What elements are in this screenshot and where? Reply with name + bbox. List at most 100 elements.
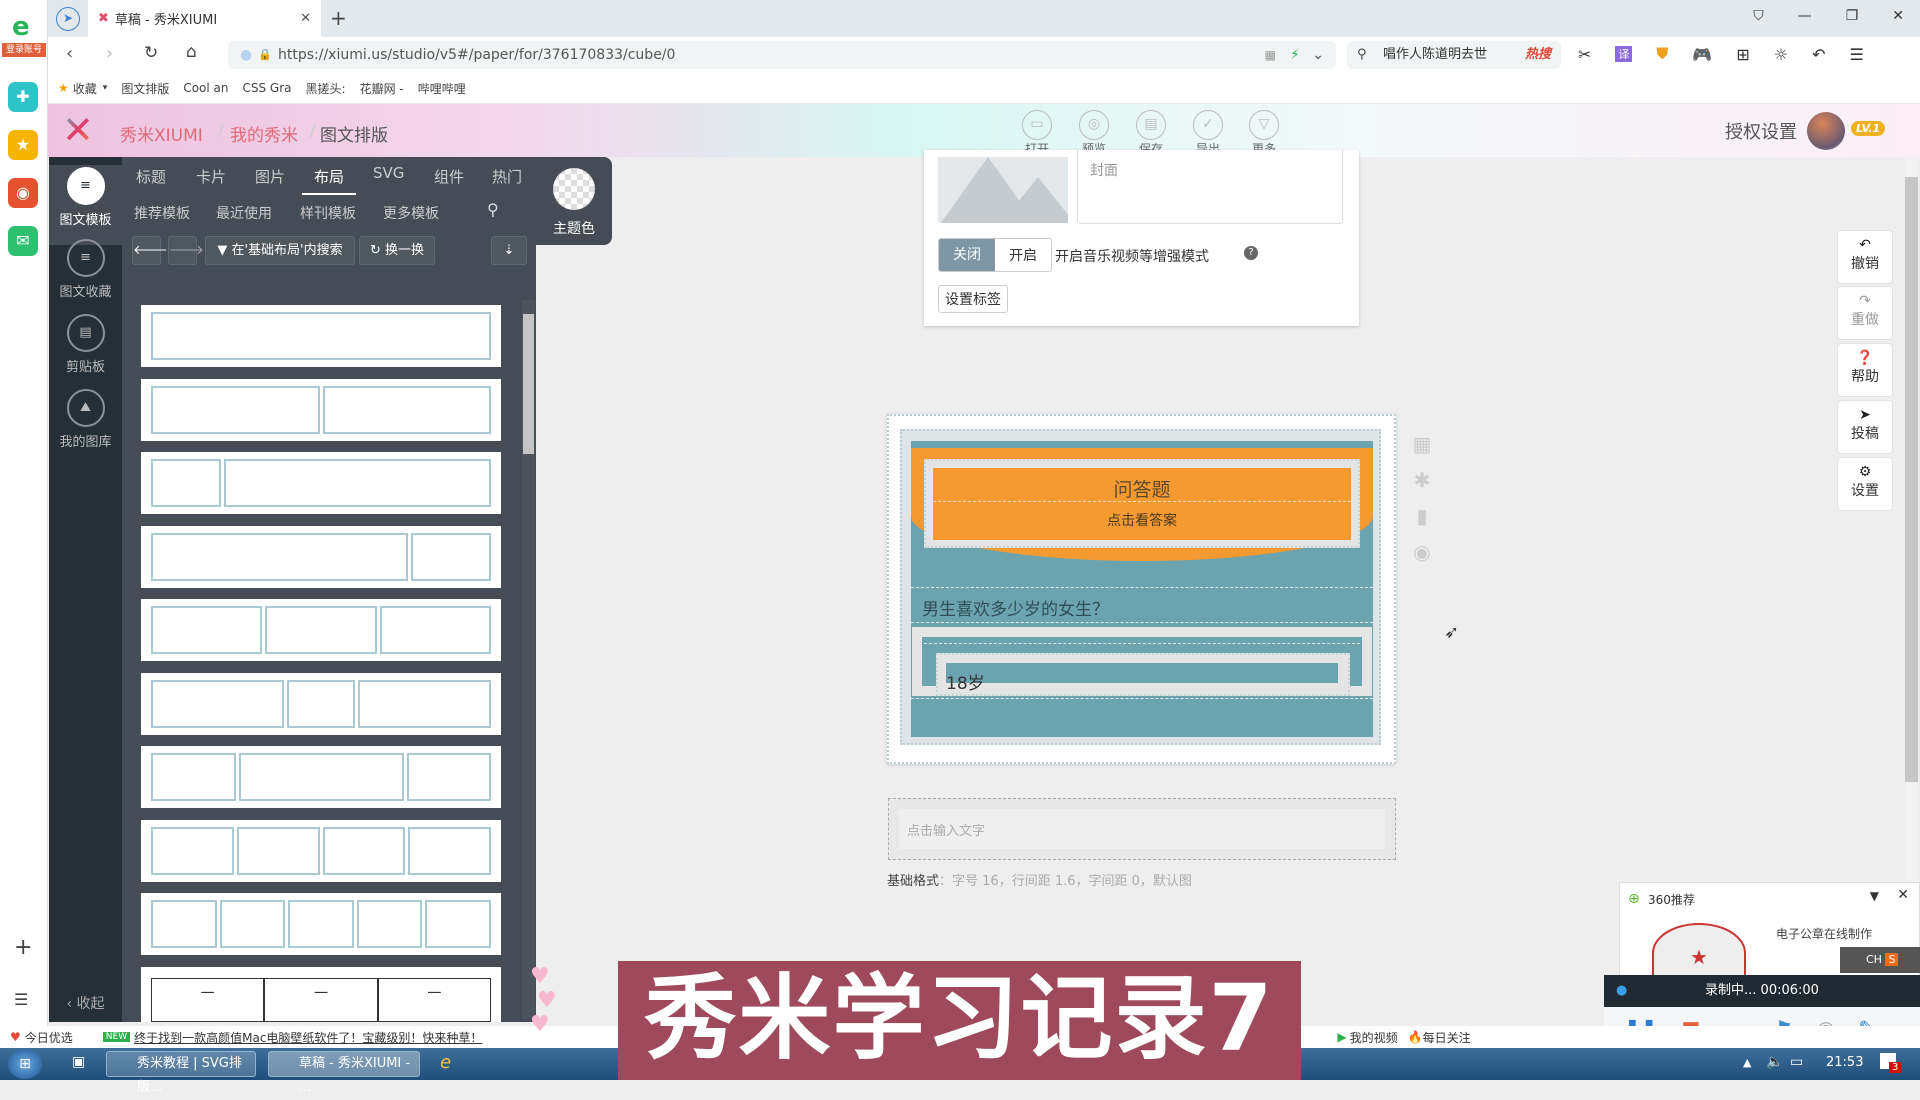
- subtab-sample[interactable]: 样刊模板: [300, 203, 356, 223]
- cover-image-placeholder[interactable]: [938, 157, 1068, 223]
- network-icon[interactable]: ▭: [1790, 1054, 1803, 1070]
- auth-settings-link[interactable]: 授权设置: [1725, 118, 1797, 144]
- ime-bar[interactable]: CH S: [1840, 947, 1920, 973]
- subtab-recommended[interactable]: 推荐模板: [134, 203, 190, 223]
- set-tags-button[interactable]: 设置标签: [938, 285, 1008, 313]
- collapse-button[interactable]: ‹ 收起: [49, 993, 122, 1013]
- popup-menu-icon[interactable]: ▼: [1870, 889, 1879, 903]
- browser-tab[interactable]: ✖ 草稿 - 秀米XIUMI ✕: [88, 0, 321, 37]
- minimize-icon[interactable]: —: [1798, 8, 1812, 24]
- speed-icon[interactable]: ⚡: [1290, 41, 1300, 69]
- site-info-icon[interactable]: ●: [240, 41, 252, 69]
- undo-button[interactable]: ↶ 撤销: [1837, 230, 1893, 284]
- bookmark-item[interactable]: CSS Gra: [243, 81, 292, 95]
- editor-canvas[interactable]: 问答题 点击看答案 男生喜欢多少岁的女生？ 18岁: [887, 414, 1396, 764]
- teal-section[interactable]: 问答题 点击看答案 男生喜欢多少岁的女生？ 18岁: [911, 441, 1373, 737]
- qr-icon[interactable]: ▦: [1265, 41, 1276, 69]
- dropdown-icon[interactable]: ⌄: [1312, 41, 1324, 69]
- bookmark-item[interactable]: 哔哩哔哩: [418, 80, 466, 97]
- qa-title-box[interactable]: 问答题 点击看答案: [924, 459, 1360, 548]
- submit-button[interactable]: ➤ 投稿: [1837, 400, 1893, 454]
- side-item-clipboard[interactable]: ▤ 剪贴板: [49, 314, 122, 375]
- prev-button[interactable]: 🡐: [132, 236, 168, 265]
- volume-icon[interactable]: 🔈: [1766, 1054, 1783, 1070]
- theme-color-swatch[interactable]: [553, 168, 595, 210]
- undo-browser-icon[interactable]: ↶: [1812, 45, 1825, 64]
- toggle-on[interactable]: 开启: [995, 245, 1051, 265]
- side-item-gallery[interactable]: ⛰ 我的图库: [49, 389, 122, 450]
- game-icon[interactable]: 🎮: [1692, 45, 1712, 64]
- skin-icon[interactable]: ⛉: [1753, 8, 1764, 24]
- layout-template-2col[interactable]: [141, 379, 501, 441]
- close-tab-icon[interactable]: ✕: [300, 11, 311, 26]
- popup-close-icon[interactable]: ✕: [1897, 887, 1909, 903]
- subtab-more[interactable]: 更多模板: [383, 203, 439, 223]
- brightness-icon[interactable]: ☼: [1774, 45, 1788, 64]
- layout-template-1col[interactable]: [141, 305, 501, 367]
- reload-icon[interactable]: ↻: [144, 43, 158, 63]
- tab-card[interactable]: 卡片: [196, 166, 226, 187]
- news-link[interactable]: 终于找到一款高颜值Mac电脑壁纸软件了！宝藏级别！快来种草！: [134, 1029, 482, 1046]
- asterisk-icon[interactable]: ✱: [1410, 462, 1434, 498]
- answer-text[interactable]: 18岁: [946, 669, 985, 694]
- layout-template-wide-narrow[interactable]: [141, 526, 501, 588]
- taskbar-window-active[interactable]: 草稿 - 秀米XIUMI - ...: [268, 1051, 420, 1095]
- cover-description-input[interactable]: 封面: [1077, 150, 1343, 224]
- sort-button[interactable]: ⇣: [491, 236, 527, 265]
- web-search-box[interactable]: ⚲ 唱作人陈道明去世 热搜: [1347, 41, 1561, 69]
- login-badge[interactable]: 登录账号: [2, 43, 46, 57]
- text-input-block[interactable]: 点击输入文字: [888, 798, 1396, 860]
- taskbar-app-icon[interactable]: ▣: [72, 1054, 85, 1070]
- layout-container[interactable]: 问答题 点击看答案 男生喜欢多少岁的女生？ 18岁: [900, 429, 1381, 745]
- daily-follow-link[interactable]: 每日关注: [1423, 1029, 1471, 1046]
- avatar[interactable]: [1807, 112, 1845, 150]
- tab-svg[interactable]: SVG: [373, 164, 404, 182]
- side-item-favorites[interactable]: ≡ 图文收藏: [49, 239, 122, 300]
- shield-coin-icon[interactable]: ⛊: [1656, 44, 1668, 64]
- apps-grid-icon[interactable]: ⊞: [1736, 45, 1749, 64]
- next-button[interactable]: 🡒: [168, 236, 204, 265]
- layout-template-table[interactable]: 一 一 一: [141, 967, 501, 1022]
- scrollbar-thumb[interactable]: [523, 314, 534, 454]
- weibo-icon[interactable]: ◉: [8, 178, 38, 208]
- xiumi-logo[interactable]: ✕: [62, 110, 94, 150]
- taskbar-window[interactable]: 秀米教程 | SVG排版...: [106, 1051, 256, 1095]
- list-icon[interactable]: ☰: [14, 990, 28, 1009]
- star-app-icon[interactable]: ★: [8, 130, 38, 160]
- restore-icon[interactable]: ❐: [1846, 8, 1859, 24]
- layout-template-3col[interactable]: [141, 599, 501, 661]
- toggle-off[interactable]: 关闭: [939, 239, 995, 271]
- side-item-templates[interactable]: ≡ 图文模板: [49, 165, 122, 245]
- breadcrumb-home[interactable]: 秀米XIUMI: [120, 121, 203, 146]
- answer-box[interactable]: 18岁: [936, 653, 1350, 696]
- stamp-image[interactable]: ★: [1652, 923, 1746, 983]
- help-button[interactable]: ❓ 帮助: [1837, 343, 1893, 397]
- bookmark-item[interactable]: 图文排版: [121, 80, 169, 97]
- plus-app-icon[interactable]: ✚: [8, 82, 38, 112]
- qa-title[interactable]: 问答题: [933, 468, 1351, 502]
- shuffle-button[interactable]: ↻ 换一换: [359, 236, 435, 265]
- translate-icon[interactable]: 译: [1615, 46, 1633, 62]
- menu-icon[interactable]: ☰: [1850, 45, 1864, 64]
- search-icon[interactable]: ⚲: [487, 200, 499, 219]
- filter-search-button[interactable]: ▼ 在'基础布局'内搜索: [205, 236, 355, 265]
- bookmark-item[interactable]: 花瓣网 -: [360, 80, 404, 97]
- redo-button[interactable]: ↷ 重做: [1837, 286, 1893, 340]
- navigate-icon[interactable]: ➤: [56, 7, 80, 31]
- tab-components[interactable]: 组件: [434, 166, 464, 187]
- bookmark-item[interactable]: 黑搓头:: [306, 80, 346, 97]
- today-picks[interactable]: 今日优选: [25, 1029, 73, 1046]
- scrollbar-thumb[interactable]: [1905, 177, 1918, 782]
- add-icon[interactable]: +: [14, 935, 32, 960]
- settings-button[interactable]: ⚙ 设置: [1837, 457, 1893, 511]
- question-text[interactable]: 男生喜欢多少岁的女生？: [922, 595, 1109, 620]
- layout-template-3col-mid-wide[interactable]: [141, 746, 501, 808]
- enhanced-mode-toggle[interactable]: 关闭 开启: [938, 238, 1052, 272]
- text-input-placeholder[interactable]: 点击输入文字: [899, 809, 1385, 849]
- eye-icon[interactable]: ◉: [1410, 534, 1434, 570]
- ie-icon[interactable]: e: [440, 1052, 451, 1073]
- clock[interactable]: 21:53: [1826, 1055, 1863, 1070]
- popup-item-link[interactable]: 电子公章在线制作: [1776, 925, 1872, 942]
- layout-template-4col[interactable]: [141, 820, 501, 882]
- new-tab-icon[interactable]: +: [330, 6, 347, 30]
